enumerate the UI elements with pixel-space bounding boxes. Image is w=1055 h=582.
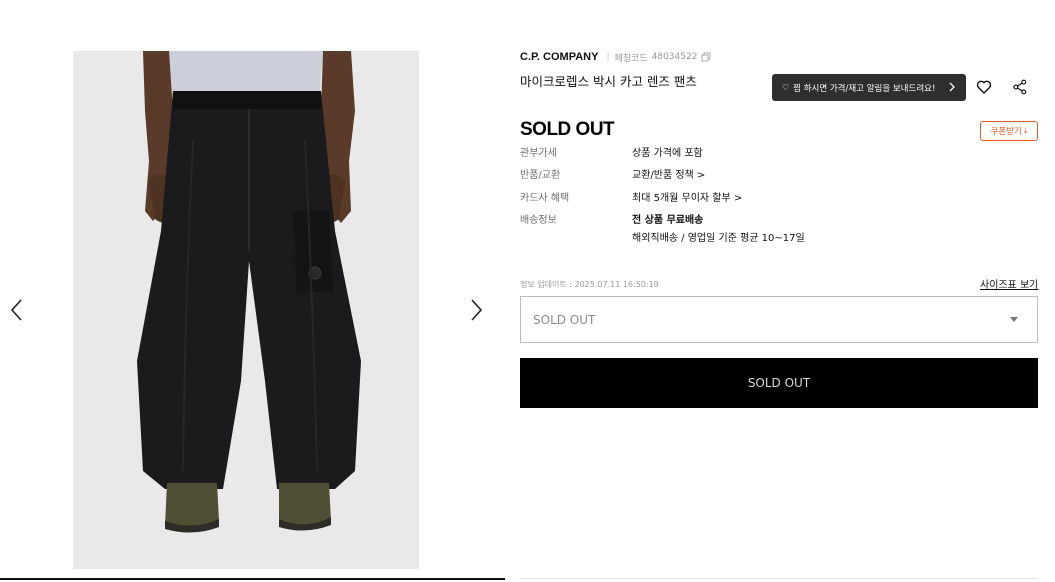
info-label: 반품/교환 (520, 170, 561, 181)
option-select-value: SOLD OUT (533, 312, 596, 327)
alert-label: 찜 하시면 가격/재고 알림을 보내드려요! (793, 83, 936, 94)
product-gallery (0, 0, 505, 582)
product-name: 마이크로렙스 박시 카고 렌즈 팬츠 (520, 74, 697, 89)
prev-image-button[interactable] (7, 297, 27, 323)
like-button[interactable] (975, 78, 993, 96)
share-button[interactable] (1011, 78, 1029, 96)
info-value: 상품 가격에 포함 (632, 148, 703, 159)
copy-icon[interactable] (701, 52, 711, 62)
brand-name[interactable]: C.P. COMPANY (520, 51, 598, 63)
pants-photo (73, 51, 419, 569)
brand-row: C.P. COMPANY | 페칭코드 48034522 (520, 50, 711, 64)
shipping-detail: 해외직배송 / 영업일 기준 평균 10~17일 (632, 233, 805, 244)
product-image[interactable] (73, 51, 419, 569)
chevron-right-icon (949, 82, 955, 92)
info-row-duty: 관부가세 상품 가격에 포함 (520, 144, 703, 160)
size-guide-link[interactable]: 사이즈표 보기 (980, 276, 1038, 291)
share-icon (1013, 79, 1027, 95)
wishlist-alert-button[interactable]: ♡ 찜 하시면 가격/재고 알림을 보내드려요! (772, 74, 966, 101)
update-timestamp: 정보 업데이트 : 2025.07.11 16:50:19 (520, 280, 659, 289)
next-image-button[interactable] (466, 297, 486, 323)
coupon-button[interactable]: 쿠폰받기 ⤓ (980, 121, 1038, 141)
product-code: 48034522 (651, 52, 698, 62)
info-label: 카드사 혜택 (520, 193, 570, 204)
product-code-label: 페칭코드 (614, 53, 648, 64)
sold-out-button-label: SOLD OUT (747, 376, 811, 390)
chevron-left-icon (10, 299, 22, 321)
stock-status: SOLD OUT (520, 119, 615, 140)
heart-outline-icon: ♡ (782, 83, 790, 92)
chevron-right-icon (471, 299, 483, 321)
info-value: 전 상품 무료배송 (632, 215, 704, 226)
separator: | (606, 52, 610, 62)
divider (520, 578, 1038, 579)
sold-out-button[interactable]: SOLD OUT (520, 358, 1038, 408)
gallery-progress-bar (0, 578, 505, 580)
info-label: 배송정보 (520, 215, 557, 226)
info-label: 관부가세 (520, 148, 557, 159)
info-row-card-benefit: 카드사 혜택 최대 5개월 무이자 할부 > (520, 189, 742, 205)
option-select[interactable]: SOLD OUT (520, 296, 1038, 343)
info-row-returns: 반품/교환 교환/반품 정책 > (520, 166, 705, 182)
heart-icon (976, 80, 992, 94)
coupon-label: 쿠폰받기 (990, 127, 1022, 137)
caret-down-icon (1010, 317, 1018, 322)
card-benefit-link[interactable]: 최대 5개월 무이자 할부 > (632, 189, 742, 205)
info-row-shipping: 배송정보 전 상품 무료배송 (520, 211, 703, 227)
download-icon: ⤓ (1023, 126, 1028, 135)
return-policy-link[interactable]: 교환/반품 정책 > (632, 166, 705, 182)
